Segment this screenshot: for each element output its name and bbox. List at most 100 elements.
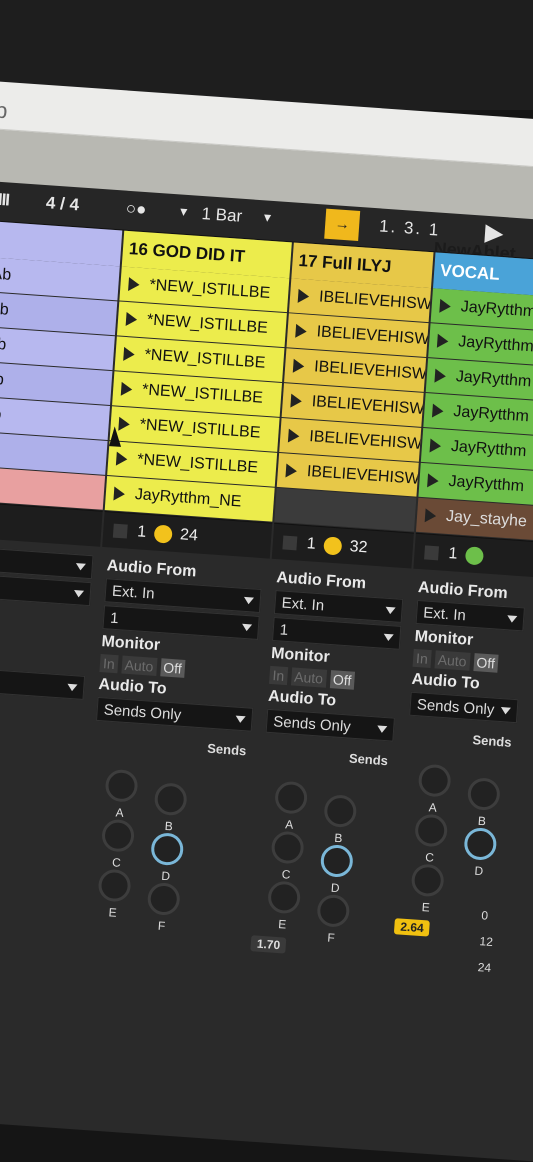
monitor-option-off[interactable]: Off: [472, 653, 499, 673]
chevron-down-icon[interactable]: [376, 724, 388, 733]
clip-launch-icon[interactable]: [297, 288, 310, 304]
quantize-select[interactable]: 1 Bar: [201, 204, 243, 227]
clip-launch-icon[interactable]: [431, 403, 444, 419]
track-value: 24: [179, 525, 199, 544]
clip-name: IBELIEVEHISWO: [306, 462, 419, 489]
clip-launch-icon[interactable]: [128, 277, 141, 292]
clip-launch-icon[interactable]: [434, 368, 447, 384]
track-activator-icon[interactable]: [153, 523, 173, 544]
send-knob-d[interactable]: [150, 832, 185, 867]
monitor-option-in[interactable]: In: [412, 648, 432, 669]
chevron-down-icon[interactable]: [241, 623, 253, 631]
audio-to-select[interactable]: Sends Only: [409, 691, 519, 724]
metronome-icon[interactable]: ○●: [125, 199, 147, 220]
meter-tick-label: 12: [479, 934, 494, 950]
clip-launch-icon[interactable]: [287, 428, 300, 444]
send-knob-a[interactable]: [274, 780, 309, 815]
monitor-option-auto[interactable]: Auto: [121, 655, 158, 676]
clip-name: IBELIEVEHISWO: [318, 288, 431, 315]
send-knob-b[interactable]: [323, 794, 358, 829]
chevron-down-icon[interactable]: ▼: [177, 204, 190, 219]
sends-grid: A B C D E F 1.70: [244, 759, 398, 968]
song-position[interactable]: 1. 3. 1: [378, 216, 441, 240]
tap-tempo-icon[interactable]: IIII: [0, 189, 10, 210]
clip-launch-icon[interactable]: [113, 486, 126, 502]
clip-launch-icon[interactable]: [290, 393, 303, 409]
clip-launch-icon[interactable]: [429, 438, 442, 454]
send-knob-c[interactable]: [270, 830, 305, 865]
stop-button[interactable]: [282, 534, 298, 550]
track-value: 32: [349, 537, 369, 556]
monitor-option-auto[interactable]: Auto: [290, 667, 327, 688]
monitor-option-off[interactable]: Off: [159, 658, 186, 678]
chevron-down-icon[interactable]: [73, 589, 85, 598]
dropdown[interactable]: [0, 665, 86, 700]
send-knob-c[interactable]: [414, 813, 449, 848]
monitor-option-auto[interactable]: Auto: [434, 650, 471, 671]
input-channel-value: 1: [109, 609, 120, 627]
send-knob-e[interactable]: [97, 868, 132, 903]
send-knob-e[interactable]: [410, 863, 445, 898]
clip-launch-icon[interactable]: [120, 381, 133, 397]
time-signature[interactable]: 4 / 4: [45, 193, 79, 215]
io-section: Audio From Ext. In Monitor In Auto Off Audio T…: [403, 569, 533, 730]
send-knob-b[interactable]: [466, 777, 501, 812]
send-label-f: F: [326, 930, 336, 946]
send-label-b: B: [164, 818, 174, 834]
volume-readout[interactable]: 1.70: [250, 935, 287, 954]
send-knob-b[interactable]: [153, 782, 188, 817]
send-knob-c[interactable]: [100, 818, 136, 853]
clip-launch-icon[interactable]: [424, 508, 437, 524]
chevron-down-icon[interactable]: [243, 596, 255, 605]
clip-launch-icon[interactable]: [436, 333, 449, 349]
chevron-down-icon[interactable]: [67, 683, 78, 691]
stop-button[interactable]: [424, 544, 440, 560]
follow-icon[interactable]: →: [324, 208, 361, 241]
chevron-down-icon[interactable]: [383, 633, 394, 641]
clip-name: *NEW_ISTILLBE: [141, 381, 264, 407]
volume-readout[interactable]: 2.64: [393, 918, 431, 937]
clip-name: JayRytthm: [450, 437, 527, 461]
send-label-c: C: [424, 850, 435, 865]
send-knob-a[interactable]: [104, 768, 139, 803]
clip-launch-icon[interactable]: [427, 473, 440, 489]
clip-name: 155Ab: [0, 403, 2, 424]
send-knob-f[interactable]: [146, 881, 181, 917]
clip-name: JayRytthm: [447, 472, 525, 496]
send-knob-f[interactable]: [316, 893, 351, 928]
send-knob-a[interactable]: [417, 763, 452, 798]
monitor-switch: In Auto Off: [412, 648, 522, 674]
chevron-down-icon[interactable]: [75, 562, 86, 571]
dropdown[interactable]: [0, 545, 94, 580]
monitor-option-off[interactable]: Off: [329, 670, 355, 690]
clip-launch-icon[interactable]: [292, 358, 305, 374]
clip-name: *NEW_ISTILLBE: [139, 416, 262, 442]
clip-launch-icon[interactable]: [285, 463, 298, 479]
track-activator-icon[interactable]: [323, 535, 343, 556]
chevron-down-icon[interactable]: ▼: [261, 210, 274, 225]
chevron-down-icon[interactable]: [506, 614, 518, 623]
clip-name: JayRytthm: [460, 298, 533, 321]
track-number: 1: [306, 534, 317, 553]
audio-from-select[interactable]: Ext. In: [415, 599, 525, 632]
monitor-option-in[interactable]: In: [99, 654, 119, 674]
send-knob-d[interactable]: [319, 843, 354, 879]
chevron-down-icon[interactable]: [385, 606, 396, 614]
input-channel-select[interactable]: 1: [272, 616, 402, 650]
clip-launch-icon[interactable]: [295, 323, 308, 339]
clip-launch-icon[interactable]: [123, 346, 136, 362]
audio-to-value: Sends Only: [103, 700, 182, 724]
stop-button[interactable]: [112, 523, 128, 539]
send-knob-d[interactable]: [463, 826, 498, 862]
chevron-down-icon[interactable]: [500, 706, 511, 715]
clip-launch-icon[interactable]: [439, 298, 452, 314]
clip-name: *NEW_ISTILLBE: [146, 311, 269, 337]
audio-to-select[interactable]: Sends Only: [265, 708, 395, 742]
track-activator-icon[interactable]: [464, 545, 484, 565]
clip-launch-icon[interactable]: [115, 451, 128, 467]
clip-name: 155Ab: [0, 368, 5, 389]
monitor-option-in[interactable]: In: [269, 665, 288, 686]
chevron-down-icon[interactable]: [235, 715, 246, 723]
clip-launch-icon[interactable]: [125, 311, 138, 327]
send-knob-e[interactable]: [267, 880, 302, 915]
